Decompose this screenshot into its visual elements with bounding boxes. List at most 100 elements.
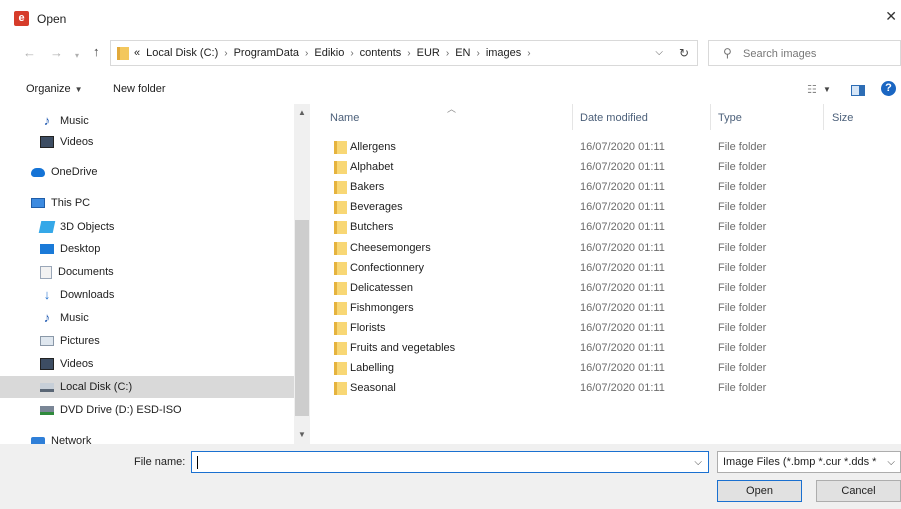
nav-item[interactable]: ↓ Downloads [0, 284, 294, 306]
preview-pane-icon[interactable] [851, 85, 865, 96]
nav-item[interactable]: Pictures [0, 330, 294, 352]
file-row[interactable]: Confectionnery 16/07/2020 01:11 File folde… [310, 259, 901, 279]
file-row[interactable]: Fishmongers 16/07/2020 01:11 File folder [310, 299, 901, 319]
column-divider[interactable] [823, 104, 824, 130]
file-name-combobox[interactable]: ⌵ [191, 451, 709, 473]
text-cursor [197, 456, 198, 469]
file-name-input[interactable] [196, 454, 676, 470]
breadcrumb-separator-icon[interactable]: › [476, 48, 479, 59]
caret-down-icon: ▼ [74, 85, 83, 94]
nav-item[interactable]: ♪ Music [0, 110, 294, 132]
file-row[interactable]: Cheesemongers 16/07/2020 01:11 File folder [310, 239, 901, 259]
column-header-type[interactable]: Type [718, 112, 742, 124]
breadcrumb-overflow[interactable]: « [134, 47, 140, 59]
file-name: Delicatessen [350, 281, 413, 294]
organize-button[interactable]: Organize ▼ [26, 83, 83, 95]
breadcrumb-separator-icon[interactable]: › [446, 48, 449, 59]
file-row[interactable]: Labelling 16/07/2020 01:11 File folder [310, 359, 901, 379]
file-row[interactable]: Bakers 16/07/2020 01:11 File folder [310, 178, 901, 198]
nav-item[interactable]: This PC [0, 192, 294, 214]
breadcrumb-separator-icon[interactable]: › [350, 48, 353, 59]
refresh-icon[interactable]: ↻ [679, 46, 689, 60]
column-divider[interactable] [710, 104, 711, 130]
open-button[interactable]: Open [717, 480, 802, 502]
breadcrumb-item[interactable]: ProgramData [234, 47, 299, 59]
file-name: Bakers [350, 181, 385, 194]
file-row[interactable]: Beverages 16/07/2020 01:11 File folder [310, 198, 901, 218]
scroll-up-icon[interactable]: ▲ [298, 108, 306, 117]
file-date: 16/07/2020 01:11 [580, 281, 665, 294]
file-type: File folder [718, 281, 767, 294]
file-date: 16/07/2020 01:11 [580, 241, 665, 254]
breadcrumb-item[interactable]: contents [360, 47, 402, 59]
file-type: File folder [718, 221, 767, 234]
search-input[interactable] [743, 45, 893, 63]
file-type: File folder [718, 141, 767, 153]
recent-locations-chevron-icon[interactable]: ▾ [75, 49, 79, 63]
change-view-icon[interactable]: ☷ [807, 83, 817, 96]
breadcrumb-item[interactable]: EN [455, 47, 470, 59]
help-icon[interactable]: ? [881, 81, 896, 96]
file-date: 16/07/2020 01:11 [580, 161, 665, 174]
nav-item-label: 3D Objects [60, 221, 115, 233]
nav-item[interactable]: ♪ Music [0, 307, 294, 329]
breadcrumb-item[interactable]: Edikio [314, 47, 344, 59]
file-row[interactable]: Seasonal 16/07/2020 01:11 File folder [310, 379, 901, 399]
organize-label: Organize [26, 83, 71, 95]
new-folder-button[interactable]: New folder [113, 83, 166, 95]
navigation-pane: ♪ Music Videos OneDrive This PC 3D Objects Des… [0, 104, 310, 444]
nav-item[interactable]: Documents [0, 261, 294, 283]
breadcrumb-separator-icon[interactable]: › [224, 48, 227, 59]
scroll-down-icon[interactable]: ▼ [298, 430, 306, 439]
file-row[interactable]: Butchers 16/07/2020 01:11 File folder [310, 218, 901, 238]
nav-item[interactable]: OneDrive [0, 161, 294, 183]
back-arrow-icon[interactable]: ← [23, 46, 36, 60]
breadcrumb-separator-icon[interactable]: › [527, 48, 530, 59]
command-bar: Organize ▼ New folder ☷ ▼ ? [0, 76, 901, 104]
breadcrumb-item[interactable]: images [486, 47, 521, 59]
address-dropdown-chevron-icon[interactable]: ⌵ [655, 47, 663, 58]
file-row[interactable]: Allergens 16/07/2020 01:11 File folder [310, 138, 901, 158]
breadcrumb-item[interactable]: Local Disk (C:) [146, 47, 218, 59]
file-date: 16/07/2020 01:11 [580, 382, 665, 395]
file-date: 16/07/2020 01:11 [580, 261, 665, 274]
file-row[interactable]: Florists 16/07/2020 01:11 File folder [310, 319, 901, 339]
scrollbar-thumb[interactable] [295, 220, 309, 416]
file-row[interactable]: Fruits and vegetables 16/07/2020 01:11 Fil… [310, 339, 901, 359]
nav-item[interactable]: Network [0, 430, 294, 444]
file-row[interactable]: Alphabet 16/07/2020 01:11 File folder [310, 158, 901, 178]
nav-item[interactable]: Desktop [0, 238, 294, 260]
file-type: File folder [718, 261, 767, 274]
column-header-date[interactable]: Date modified [580, 112, 648, 124]
file-list: Name ︿ Date modified Type Size Allergens… [310, 104, 901, 444]
breadcrumb-separator-icon[interactable]: › [305, 48, 308, 59]
folder-icon [117, 47, 129, 60]
nav-item[interactable]: Local Disk (C:) [0, 376, 294, 398]
forward-arrow-icon[interactable]: → [50, 46, 63, 60]
nav-item[interactable]: 3D Objects [0, 216, 294, 238]
file-type: File folder [718, 321, 767, 334]
nav-item-label: Pictures [60, 335, 100, 347]
nav-item[interactable]: Videos [0, 131, 294, 153]
file-name-dropdown-chevron-icon[interactable]: ⌵ [694, 457, 702, 468]
column-divider[interactable] [572, 104, 573, 130]
column-header-name[interactable]: Name [330, 112, 359, 124]
cancel-button[interactable]: Cancel [816, 480, 901, 502]
file-row[interactable]: Delicatessen 16/07/2020 01:11 File folder [310, 279, 901, 299]
close-icon[interactable]: ✕ [885, 9, 897, 23]
edikio-app-icon: e [14, 11, 29, 26]
breadcrumb-item[interactable]: EUR [417, 47, 440, 59]
nav-item[interactable]: DVD Drive (D:) ESD-ISO [0, 399, 294, 421]
file-date: 16/07/2020 01:11 [580, 301, 665, 314]
breadcrumb-separator-icon[interactable]: › [407, 48, 410, 59]
view-options-caret-icon[interactable]: ▼ [823, 85, 831, 94]
this-pc-icon [31, 198, 45, 208]
up-arrow-icon[interactable]: ↑ [93, 45, 100, 59]
navigation-scrollbar[interactable]: ▲ ▼ [294, 104, 310, 444]
column-header-size[interactable]: Size [832, 112, 853, 124]
file-type-select[interactable]: Image Files (*.bmp *.cur *.dds * ⌵ [717, 451, 901, 473]
folder-icon [334, 281, 347, 295]
search-box[interactable]: ⚲ [708, 40, 901, 66]
address-bar[interactable]: « Local Disk (C:) › ProgramData › Edikio › con… [110, 40, 698, 66]
nav-item[interactable]: Videos [0, 353, 294, 375]
